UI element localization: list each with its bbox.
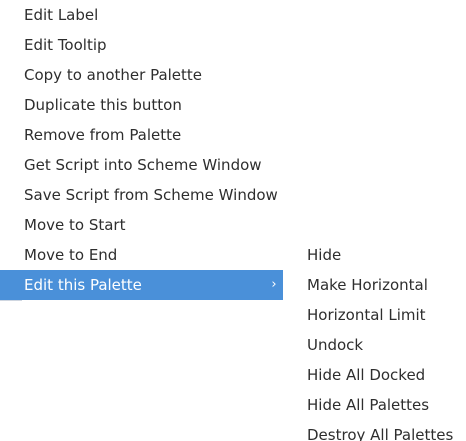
submenu-item-hide-all-docked[interactable]: Hide All Docked <box>283 360 466 390</box>
menu-item-label: Move to Start <box>24 216 126 234</box>
submenu-item-label: Undock <box>307 336 364 354</box>
submenu-item-destroy-all-palettes[interactable]: Destroy All Palettes <box>283 420 466 441</box>
menu-item-label: Duplicate this button <box>24 96 182 114</box>
submenu-item-label: Make Horizontal <box>307 276 428 294</box>
menu-item-move-to-end[interactable]: Move to End <box>0 240 283 270</box>
menu-item-duplicate-button[interactable]: Duplicate this button <box>0 90 283 120</box>
submenu-item-label: Destroy All Palettes <box>307 426 454 441</box>
menu-item-label: Remove from Palette <box>24 126 182 144</box>
menu-item-copy-to-another-palette[interactable]: Copy to another Palette <box>0 60 283 90</box>
submenu-item-label: Hide <box>307 246 342 264</box>
chevron-right-icon: › <box>271 277 277 292</box>
menu-item-edit-label[interactable]: Edit Label <box>0 0 283 30</box>
menu-item-edit-this-palette[interactable]: Edit this Palette › <box>0 270 283 300</box>
submenu-edit-this-palette: Hide Make Horizontal Horizontal Limit Un… <box>283 240 466 441</box>
menu-item-label: Edit Tooltip <box>24 36 107 54</box>
submenu-item-label: Hide All Palettes <box>307 396 430 414</box>
menu-item-save-script[interactable]: Save Script from Scheme Window <box>0 180 283 210</box>
menu-item-label: Edit this Palette <box>24 276 142 294</box>
menu-separator <box>0 300 22 301</box>
submenu-item-hide-all-palettes[interactable]: Hide All Palettes <box>283 390 466 420</box>
submenu-item-undock[interactable]: Undock <box>283 330 466 360</box>
submenu-item-horizontal-limit[interactable]: Horizontal Limit <box>283 300 466 330</box>
menu-item-remove-from-palette[interactable]: Remove from Palette <box>0 120 283 150</box>
menu-item-label: Move to End <box>24 246 118 264</box>
menu-item-label: Get Script into Scheme Window <box>24 156 262 174</box>
menu-item-get-script[interactable]: Get Script into Scheme Window <box>0 150 283 180</box>
submenu-item-make-horizontal[interactable]: Make Horizontal <box>283 270 466 300</box>
submenu-item-label: Horizontal Limit <box>307 306 426 324</box>
menu-item-edit-tooltip[interactable]: Edit Tooltip <box>0 30 283 60</box>
menu-item-label: Copy to another Palette <box>24 66 203 84</box>
menu-item-move-to-start[interactable]: Move to Start <box>0 210 283 240</box>
menu-item-label: Edit Label <box>24 6 99 24</box>
submenu-item-label: Hide All Docked <box>307 366 426 384</box>
menu-item-label: Save Script from Scheme Window <box>24 186 278 204</box>
submenu-item-hide[interactable]: Hide <box>283 240 466 270</box>
